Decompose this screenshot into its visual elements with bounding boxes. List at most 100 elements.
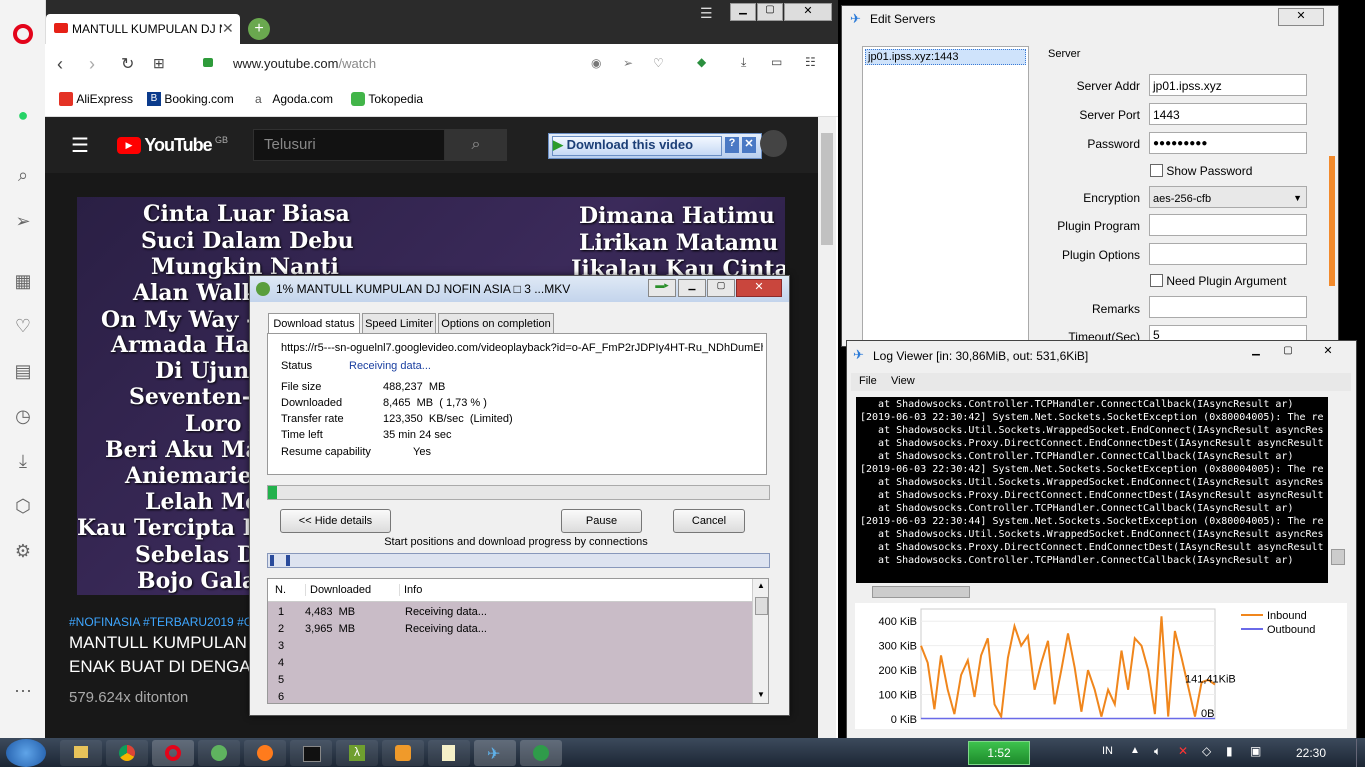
volume-icon[interactable]: 🔈︎ [1154,744,1161,759]
hide-details-button[interactable]: << Hide details [280,509,391,533]
tab-options-on-completion[interactable]: Options on completion [438,313,554,335]
share-send-icon[interactable]: ➢ [623,56,633,70]
speed-dial-icon[interactable]: ▦ [12,270,34,292]
menu-file[interactable]: File [859,375,877,387]
server-list[interactable]: jp01.ipss.xyz:1443 [862,46,1029,348]
scroll-up-icon[interactable]: ▲ [757,581,765,590]
bookmark-tokopedia[interactable]: Tokopedia [351,91,423,106]
taskbar-lambda-icon[interactable]: λ [336,740,378,766]
plugin-program-input[interactable] [1149,214,1307,236]
download-this-video-button[interactable]: ▶ Download this video [552,136,722,156]
log-maximize-button[interactable]: ▢ [1277,345,1299,359]
show-desktop-button[interactable] [1356,739,1365,767]
taskbar-idm-icon[interactable] [520,740,562,766]
taskbar-opera-icon[interactable] [152,740,194,766]
reload-icon[interactable]: ↻ [121,54,134,74]
remarks-input[interactable] [1149,296,1307,318]
pause-button[interactable]: Pause [561,509,642,533]
log-minimize-button[interactable]: ▁ [1245,345,1267,359]
scrollbar-thumb[interactable] [755,597,768,615]
yt-search-input[interactable]: Telusuri [253,129,445,161]
taskbar-cmd-icon[interactable] [290,740,332,766]
bookmark-heart-icon[interactable]: ♡ [653,56,664,70]
close-window-button[interactable]: ✕ [784,3,832,21]
page-scrollbar[interactable] [818,117,836,738]
tray-app-icon[interactable]: ▣ [1250,744,1261,758]
taskbar-explorer-icon[interactable] [60,740,102,766]
timer-widget[interactable]: 1:52 [968,741,1030,765]
dropbox-icon[interactable]: ◇ [1202,744,1211,758]
encryption-select[interactable]: aes-256-cfb ▼ [1149,186,1307,208]
news-icon[interactable]: ▤ [12,360,34,382]
send-icon[interactable]: ➢ [12,210,34,232]
heart-icon[interactable]: ♡ [12,315,34,337]
settings-gear-icon[interactable]: ⚙ [12,540,34,562]
extensions-icon[interactable]: ⬡ [12,495,34,517]
yt-search-button[interactable]: ⌕ [445,129,507,161]
battery-saver-icon[interactable]: ▭ [771,55,782,69]
taskbar-chrome-icon[interactable] [106,740,148,766]
new-tab-button[interactable]: + [248,18,270,40]
back-icon[interactable]: ‹ [57,54,63,75]
camera-icon[interactable]: ◉ [591,56,601,70]
clock[interactable]: 22:30 [1296,746,1326,760]
taskbar-notepad-icon[interactable] [428,740,470,766]
downloads-icon[interactable]: ⤓ [12,450,34,472]
column-header[interactable]: Downloaded [305,584,371,596]
url-field[interactable]: www.youtube.com/watch [233,56,376,71]
menu-view[interactable]: View [891,375,915,387]
ime-indicator[interactable]: IN [1102,745,1113,757]
bookmark-agoda[interactable]: a Agoda.com [255,91,333,106]
browser-tab[interactable]: MANTULL KUMPULAN DJ N ✕ [46,14,240,44]
easy-setup-icon[interactable]: ☰ [700,5,713,22]
scrollbar-thumb[interactable] [1331,549,1345,565]
extension-icon[interactable]: ◆ [697,55,706,69]
column-header[interactable]: Info [399,584,422,596]
taskbar-telegram-icon[interactable]: ✈ [474,740,516,766]
whatsapp-icon[interactable]: ● [12,104,34,126]
column-header[interactable]: N. [275,584,286,596]
start-button[interactable] [6,739,46,767]
youtube-logo[interactable]: ▶ YouTube GB [117,135,228,156]
server-port-input[interactable]: 1443 [1149,103,1307,125]
table-row[interactable]: 5 [268,672,752,689]
plugin-options-input[interactable] [1149,243,1307,265]
tab-speed-limiter[interactable]: Speed Limiter [362,313,436,335]
forward-icon[interactable]: › [89,54,95,75]
bookmark-booking[interactable]: B Booking.com [147,91,234,106]
opera-logo-icon[interactable] [13,24,33,44]
history-icon[interactable]: ◷ [12,405,34,427]
table-row[interactable]: 4 [268,655,752,672]
network-icon[interactable]: ✕ [1178,744,1188,758]
log-hscrollbar[interactable] [856,584,1328,599]
close-panel-icon[interactable]: ✕ [742,137,756,153]
tray-expand-icon[interactable]: ▲ [1130,745,1140,756]
tab-download-status[interactable]: Download status [268,313,360,335]
idm-close-button[interactable]: ✕ [736,279,782,297]
scrollbar-thumb[interactable] [872,586,970,598]
table-row[interactable]: 2 3,965 MB Receiving data... [268,621,752,638]
log-vscrollbar[interactable] [1328,397,1346,583]
table-row[interactable]: 6 [268,689,752,703]
show-password-checkbox[interactable]: Show Password [1150,163,1252,178]
cancel-button[interactable]: Cancel [673,509,745,533]
scroll-down-icon[interactable]: ▼ [757,690,765,699]
table-row[interactable]: 3 [268,638,752,655]
bookmark-aliexpress[interactable]: AliExpress [59,91,133,106]
edit-servers-close-button[interactable]: ✕ [1278,8,1324,26]
need-plugin-argument-checkbox[interactable]: Need Plugin Argument [1150,273,1286,288]
video-hashtags[interactable]: #NOFINASIA #TERBARU2019 #C [69,615,252,629]
taskbar-firefox-icon[interactable] [244,740,286,766]
settings-sliders-icon[interactable]: ☷ [805,55,816,69]
table-row[interactable]: 1 4,483 MB Receiving data... [268,604,752,621]
log-text-area[interactable]: at Shadowsocks.Controller.TCPHandler.Con… [856,397,1346,583]
minimize-button[interactable]: ▁ [730,3,756,21]
taskbar-sublime-icon[interactable] [382,740,424,766]
server-list-item[interactable]: jp01.ipss.xyz:1443 [865,49,1026,65]
password-input[interactable]: ●●●●●●●●● [1149,132,1307,154]
log-close-button[interactable]: ✕ [1317,344,1339,358]
idm-minimize-button[interactable]: ▁ [678,279,706,297]
scrollbar-thumb[interactable] [821,133,833,245]
maximize-button[interactable]: ▢ [757,3,783,21]
avatar[interactable] [760,130,787,157]
